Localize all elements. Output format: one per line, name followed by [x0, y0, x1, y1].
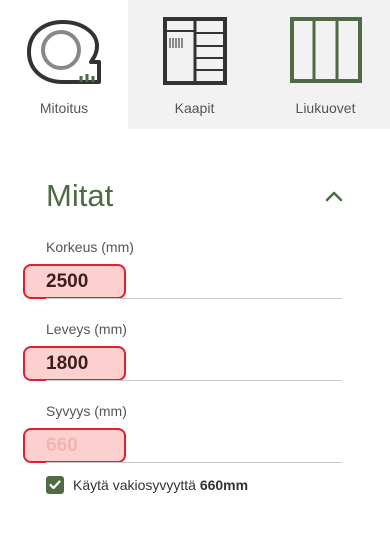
depth-label: Syvyys (mm)	[46, 403, 127, 419]
chevron-up-icon[interactable]	[322, 186, 346, 206]
default-depth-option[interactable]: Käytä vakiosyvyyttä 660mm	[46, 476, 248, 494]
width-input[interactable]	[23, 346, 126, 381]
sliding-doors-icon	[289, 16, 363, 89]
height-input[interactable]	[23, 264, 126, 299]
divider	[46, 380, 342, 381]
tab-liukuovet[interactable]: Liukuovet	[261, 0, 390, 129]
width-label: Leveys (mm)	[46, 321, 127, 337]
wardrobe-shelves-icon	[162, 16, 228, 91]
tab-label: Kaapit	[174, 100, 215, 116]
divider	[46, 298, 342, 299]
default-depth-label: Käytä vakiosyvyyttä 660mm	[73, 477, 248, 493]
default-depth-value: 660mm	[199, 477, 249, 493]
height-label: Korkeus (mm)	[46, 239, 134, 255]
tab-label: Mitoitus	[39, 100, 89, 116]
tape-measure-icon	[25, 16, 103, 93]
section-title: Mitat	[46, 178, 114, 213]
tab-label: Liukuovet	[295, 100, 356, 116]
checkmark-icon	[49, 480, 61, 490]
depth-input[interactable]	[23, 428, 126, 463]
configurator-tabs: Mitoitus Kaapit Liukuovet	[0, 0, 390, 129]
tab-mitoitus[interactable]: Mitoitus	[0, 0, 128, 129]
tab-kaapit[interactable]: Kaapit	[128, 0, 261, 129]
divider	[46, 462, 342, 463]
default-depth-text: Käytä vakiosyvyyttä	[73, 477, 200, 493]
checkbox-checked[interactable]	[46, 476, 64, 494]
